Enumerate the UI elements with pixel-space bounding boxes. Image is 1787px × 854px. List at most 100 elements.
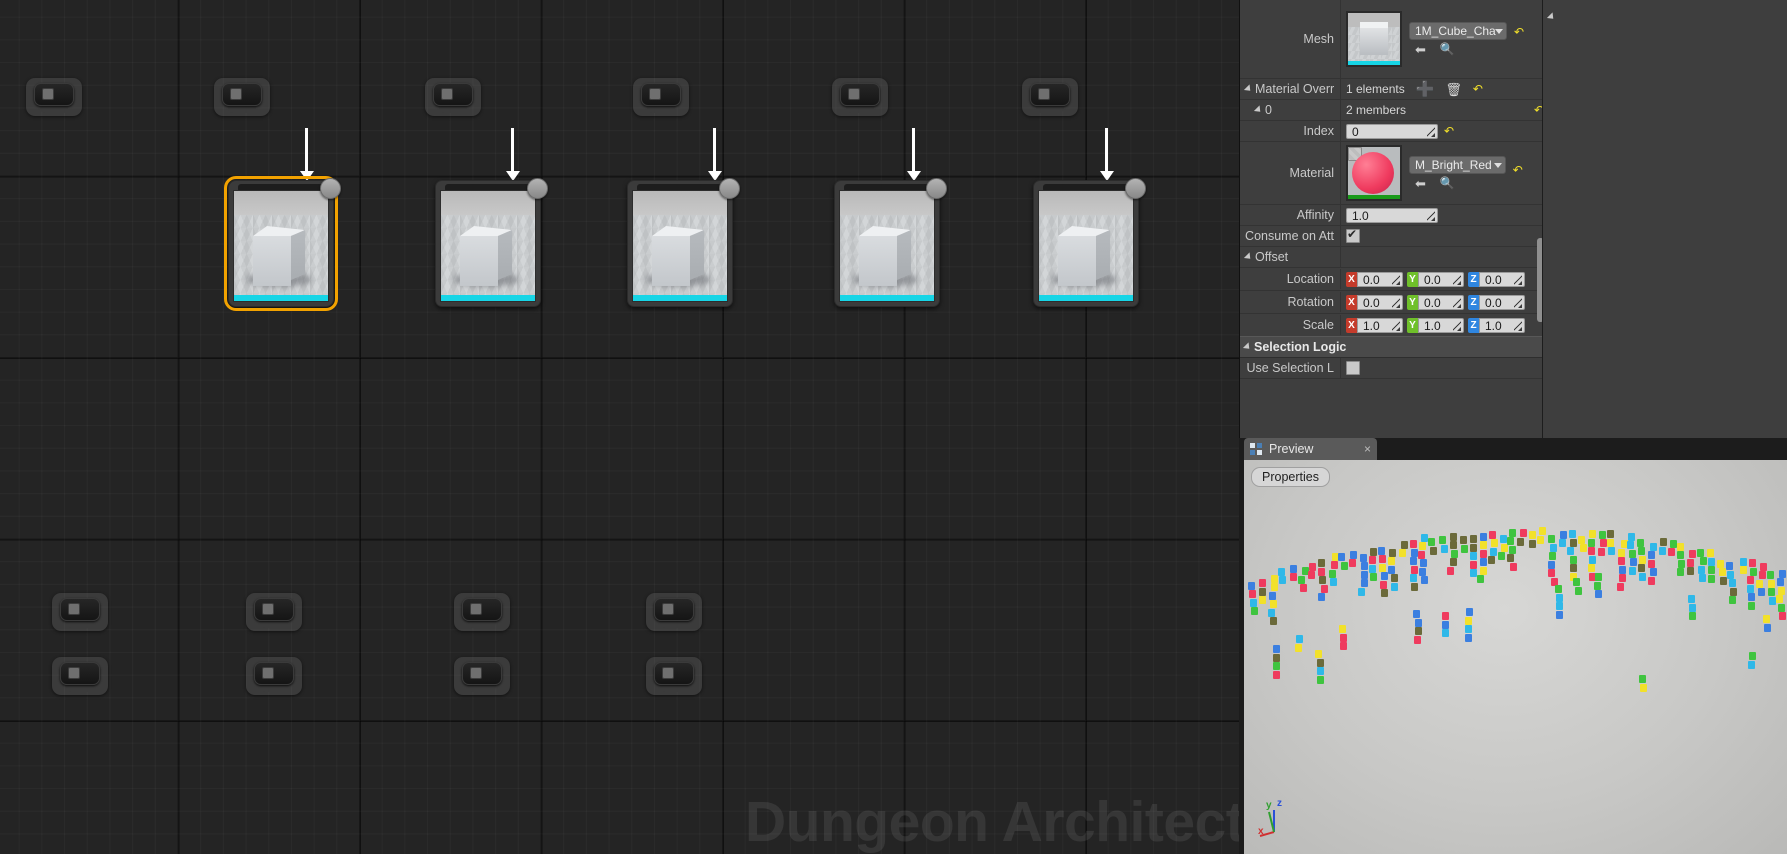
expand-triangle-icon[interactable] bbox=[1546, 12, 1557, 22]
plus-icon[interactable]: ➕ bbox=[1416, 82, 1435, 97]
marker-node[interactable] bbox=[633, 78, 689, 116]
marker-node-body[interactable] bbox=[462, 662, 502, 685]
property-row-mesh[interactable]: Mesh 1M_Cube_Cha ⬅ 🔍 ↶ bbox=[1240, 0, 1544, 78]
mesh-node-frame[interactable] bbox=[627, 178, 740, 307]
marker-node[interactable] bbox=[52, 657, 108, 695]
magnify-icon[interactable]: 🔍 bbox=[1440, 177, 1455, 190]
theme-graph-canvas[interactable]: Dungeon Architect bbox=[0, 0, 1239, 854]
use-selection-logic-checkbox[interactable] bbox=[1346, 361, 1360, 375]
add-node-context-menu[interactable] bbox=[1542, 0, 1787, 438]
marker-node-pin[interactable] bbox=[662, 603, 674, 615]
location-z-field[interactable]: Z 0.0 bbox=[1468, 271, 1525, 287]
property-row-affinity[interactable]: Affinity 1.0 bbox=[1240, 205, 1544, 225]
marker-node-shell[interactable] bbox=[454, 593, 510, 631]
expand-triangle-icon[interactable] bbox=[1253, 105, 1264, 115]
mesh-node-thumbnail[interactable] bbox=[839, 190, 935, 302]
mesh-node-selected[interactable] bbox=[224, 176, 341, 311]
property-row-element-0[interactable]: 0 2 members ↶ bbox=[1240, 100, 1544, 120]
marker-node-body[interactable] bbox=[254, 598, 294, 621]
connection-arrow[interactable] bbox=[1099, 128, 1114, 181]
mesh-node-frame[interactable] bbox=[224, 176, 341, 311]
mesh-node-thumbnail[interactable] bbox=[233, 190, 329, 302]
marker-node[interactable] bbox=[646, 593, 702, 631]
marker-node-pin[interactable] bbox=[470, 667, 482, 679]
material-thumbnail[interactable] bbox=[1346, 145, 1402, 201]
menu-item[interactable] bbox=[1543, 52, 1787, 54]
property-row-offset[interactable]: Offset bbox=[1240, 247, 1544, 267]
property-row-rotation[interactable]: Rotation X 0.0 Y 0.0 Z 0.0 bbox=[1240, 291, 1544, 313]
marker-node-body[interactable] bbox=[840, 83, 880, 106]
marker-node-shell[interactable] bbox=[1022, 78, 1078, 116]
revert-icon[interactable]: ↶ bbox=[1473, 83, 1483, 95]
mesh-node[interactable] bbox=[435, 178, 548, 307]
marker-node-pin[interactable] bbox=[470, 603, 482, 615]
property-row-index[interactable]: Index 0 ↶ bbox=[1240, 121, 1544, 141]
marker-node-pin[interactable] bbox=[848, 88, 860, 100]
marker-node[interactable] bbox=[214, 78, 270, 116]
marker-node[interactable] bbox=[646, 657, 702, 695]
marker-node-body[interactable] bbox=[254, 662, 294, 685]
connection-arrow[interactable] bbox=[505, 128, 520, 181]
marker-node-shell[interactable] bbox=[633, 78, 689, 116]
revert-icon[interactable]: ↶ bbox=[1514, 26, 1524, 38]
marker-node-shell[interactable] bbox=[246, 657, 302, 695]
marker-node-shell[interactable] bbox=[646, 593, 702, 631]
tab-preview[interactable]: Preview × bbox=[1244, 438, 1377, 460]
back-arrow-icon[interactable]: ⬅ bbox=[1415, 43, 1426, 56]
property-row-consume-on-attach[interactable]: Consume on Att bbox=[1240, 226, 1544, 246]
marker-node-body[interactable] bbox=[654, 598, 694, 621]
marker-node-body[interactable] bbox=[34, 83, 74, 106]
revert-icon[interactable]: ↶ bbox=[1513, 164, 1523, 176]
marker-node[interactable] bbox=[26, 78, 82, 116]
marker-node[interactable] bbox=[246, 593, 302, 631]
marker-node-shell[interactable] bbox=[52, 657, 108, 695]
properties-button[interactable]: Properties bbox=[1251, 467, 1330, 487]
marker-node-shell[interactable] bbox=[214, 78, 270, 116]
marker-node-shell[interactable] bbox=[52, 593, 108, 631]
marker-node-shell[interactable] bbox=[832, 78, 888, 116]
connection-arrow[interactable] bbox=[299, 128, 314, 181]
marker-node[interactable] bbox=[454, 593, 510, 631]
marker-node-body[interactable] bbox=[433, 83, 473, 106]
marker-node-pin[interactable] bbox=[262, 667, 274, 679]
marker-node-pin[interactable] bbox=[662, 667, 674, 679]
marker-node-pin[interactable] bbox=[262, 603, 274, 615]
property-row-use-selection-logic[interactable]: Use Selection L bbox=[1240, 358, 1544, 378]
marker-node-pin[interactable] bbox=[68, 603, 80, 615]
magnify-icon[interactable]: 🔍 bbox=[1440, 43, 1455, 56]
marker-node[interactable] bbox=[425, 78, 481, 116]
mesh-node-thumbnail[interactable] bbox=[632, 190, 728, 302]
marker-node[interactable] bbox=[52, 593, 108, 631]
mesh-node-frame[interactable] bbox=[435, 178, 548, 307]
marker-node-body[interactable] bbox=[60, 662, 100, 685]
marker-node-pin[interactable] bbox=[42, 88, 54, 100]
trash-icon[interactable]: 🗑 bbox=[1445, 83, 1462, 96]
consume-on-attach-checkbox[interactable] bbox=[1346, 227, 1360, 243]
marker-node-shell[interactable] bbox=[454, 657, 510, 695]
rotation-z-field[interactable]: Z 0.0 bbox=[1468, 294, 1525, 310]
mesh-thumbnail[interactable] bbox=[1346, 11, 1402, 67]
preview-viewport[interactable]: Properties x y z bbox=[1244, 460, 1787, 854]
rotation-y-field[interactable]: Y 0.0 bbox=[1407, 294, 1464, 310]
marker-node-pin[interactable] bbox=[649, 88, 661, 100]
mesh-node[interactable] bbox=[627, 178, 740, 307]
marker-node-body[interactable] bbox=[641, 83, 681, 106]
marker-node-body[interactable] bbox=[654, 662, 694, 685]
marker-node[interactable] bbox=[1022, 78, 1078, 116]
scale-y-field[interactable]: Y 1.0 bbox=[1407, 317, 1464, 333]
marker-node-shell[interactable] bbox=[646, 657, 702, 695]
rotation-x-field[interactable]: X 0.0 bbox=[1346, 294, 1403, 310]
property-row-material-override[interactable]: Material Overric 1 elements ➕ 🗑 ↶ bbox=[1240, 79, 1544, 99]
marker-node-pin[interactable] bbox=[1038, 88, 1050, 100]
mesh-node[interactable] bbox=[1033, 178, 1146, 307]
menu-category[interactable] bbox=[1543, 12, 1787, 22]
details-panel[interactable]: Mesh 1M_Cube_Cha ⬅ 🔍 ↶ Material Overr 1 … bbox=[1239, 0, 1544, 438]
expand-triangle-icon[interactable] bbox=[1243, 252, 1254, 262]
location-x-field[interactable]: X 0.0 bbox=[1346, 271, 1403, 287]
spinner-icon[interactable] bbox=[1427, 126, 1435, 137]
location-y-field[interactable]: Y 0.0 bbox=[1407, 271, 1464, 287]
marker-node-body[interactable] bbox=[60, 598, 100, 621]
back-arrow-icon[interactable]: ⬅ bbox=[1415, 177, 1426, 190]
marker-node-shell[interactable] bbox=[425, 78, 481, 116]
property-row-scale[interactable]: Scale X 1.0 Y 1.0 Z 1.0 bbox=[1240, 314, 1544, 336]
